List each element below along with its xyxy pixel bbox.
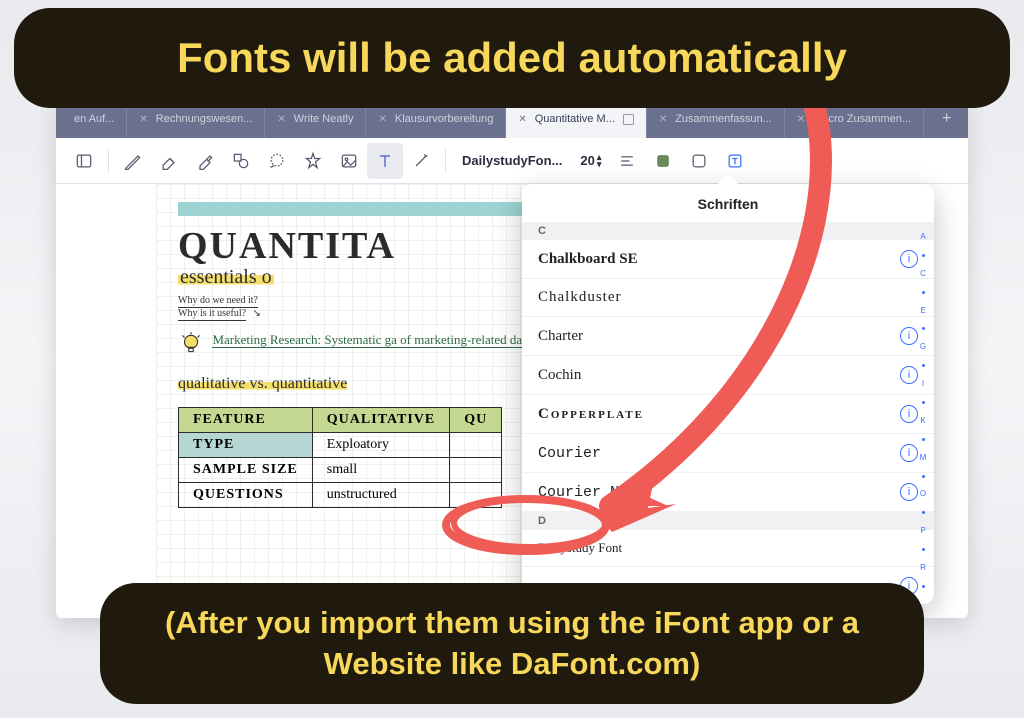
text-opacity-icon[interactable]: [681, 143, 717, 179]
app-window: en Auf... ✕Rechnungswesen... ✕Write Neat…: [56, 100, 968, 618]
banner-top: Fonts will be added automatically: [14, 8, 1010, 108]
align-icon[interactable]: [609, 143, 645, 179]
stepper-arrows-icon[interactable]: ▴▾: [597, 154, 602, 168]
banner-top-text: Fonts will be added automatically: [177, 34, 847, 81]
font-picker-popover: Schriften C Chalkboard SEi Chalkduster C…: [522, 184, 934, 604]
banner-bottom: (After you import them using the iFont a…: [100, 583, 924, 704]
close-icon[interactable]: ✕: [139, 114, 147, 125]
close-icon[interactable]: ✕: [518, 114, 526, 125]
section-header-d: D: [522, 512, 934, 530]
close-icon[interactable]: ✕: [797, 114, 805, 125]
image-icon[interactable]: [331, 143, 367, 179]
toolbar: DailystudyFon... 20 ▴▾: [56, 138, 968, 184]
wand-icon[interactable]: [403, 143, 439, 179]
font-row-copperplate[interactable]: Copperplatei: [522, 395, 934, 434]
text-tool-icon[interactable]: [367, 143, 403, 179]
plus-icon: +: [936, 110, 957, 128]
font-row-charter[interactable]: Charteri: [522, 317, 934, 356]
close-icon[interactable]: ✕: [378, 114, 386, 125]
close-icon[interactable]: ✕: [277, 114, 285, 125]
table-row: SAMPLE SIZE small: [179, 458, 502, 483]
eraser-icon[interactable]: [151, 143, 187, 179]
font-name-selector[interactable]: DailystudyFon...: [452, 153, 572, 168]
font-row-dailystudy[interactable]: Dailystudy Font: [522, 530, 934, 567]
font-row-courier-new[interactable]: Courier Newi: [522, 473, 934, 512]
outline-icon[interactable]: [66, 143, 102, 179]
font-size-stepper[interactable]: 20 ▴▾: [572, 153, 609, 168]
section-header-c: C: [522, 222, 934, 240]
color-swatch-icon[interactable]: [645, 143, 681, 179]
font-row-chalkduster[interactable]: Chalkduster: [522, 279, 934, 317]
pen-icon[interactable]: [115, 143, 151, 179]
lasso-icon[interactable]: [259, 143, 295, 179]
tab-panel-icon[interactable]: [623, 114, 634, 125]
table-row: QUESTIONS unstructured: [179, 483, 502, 508]
font-row-chalkboard-se[interactable]: Chalkboard SEi: [522, 240, 934, 279]
lightbulb-icon: [178, 331, 204, 357]
favorites-icon[interactable]: [295, 143, 331, 179]
banner-bottom-text: (After you import them using the iFont a…: [165, 605, 859, 680]
font-row-cochin[interactable]: Cochini: [522, 356, 934, 395]
font-row-courier[interactable]: Courieri: [522, 434, 934, 473]
feature-table: FEATURE QUALITATIVE QU TYPE Exploatory S…: [178, 407, 502, 508]
table-row: TYPE Exploatory: [179, 433, 502, 458]
close-icon[interactable]: ✕: [659, 114, 667, 125]
highlighter-icon[interactable]: [187, 143, 223, 179]
popover-title: Schriften: [522, 184, 934, 222]
alpha-index[interactable]: A C E G I K M O P R: [916, 224, 930, 596]
shapes-icon[interactable]: [223, 143, 259, 179]
